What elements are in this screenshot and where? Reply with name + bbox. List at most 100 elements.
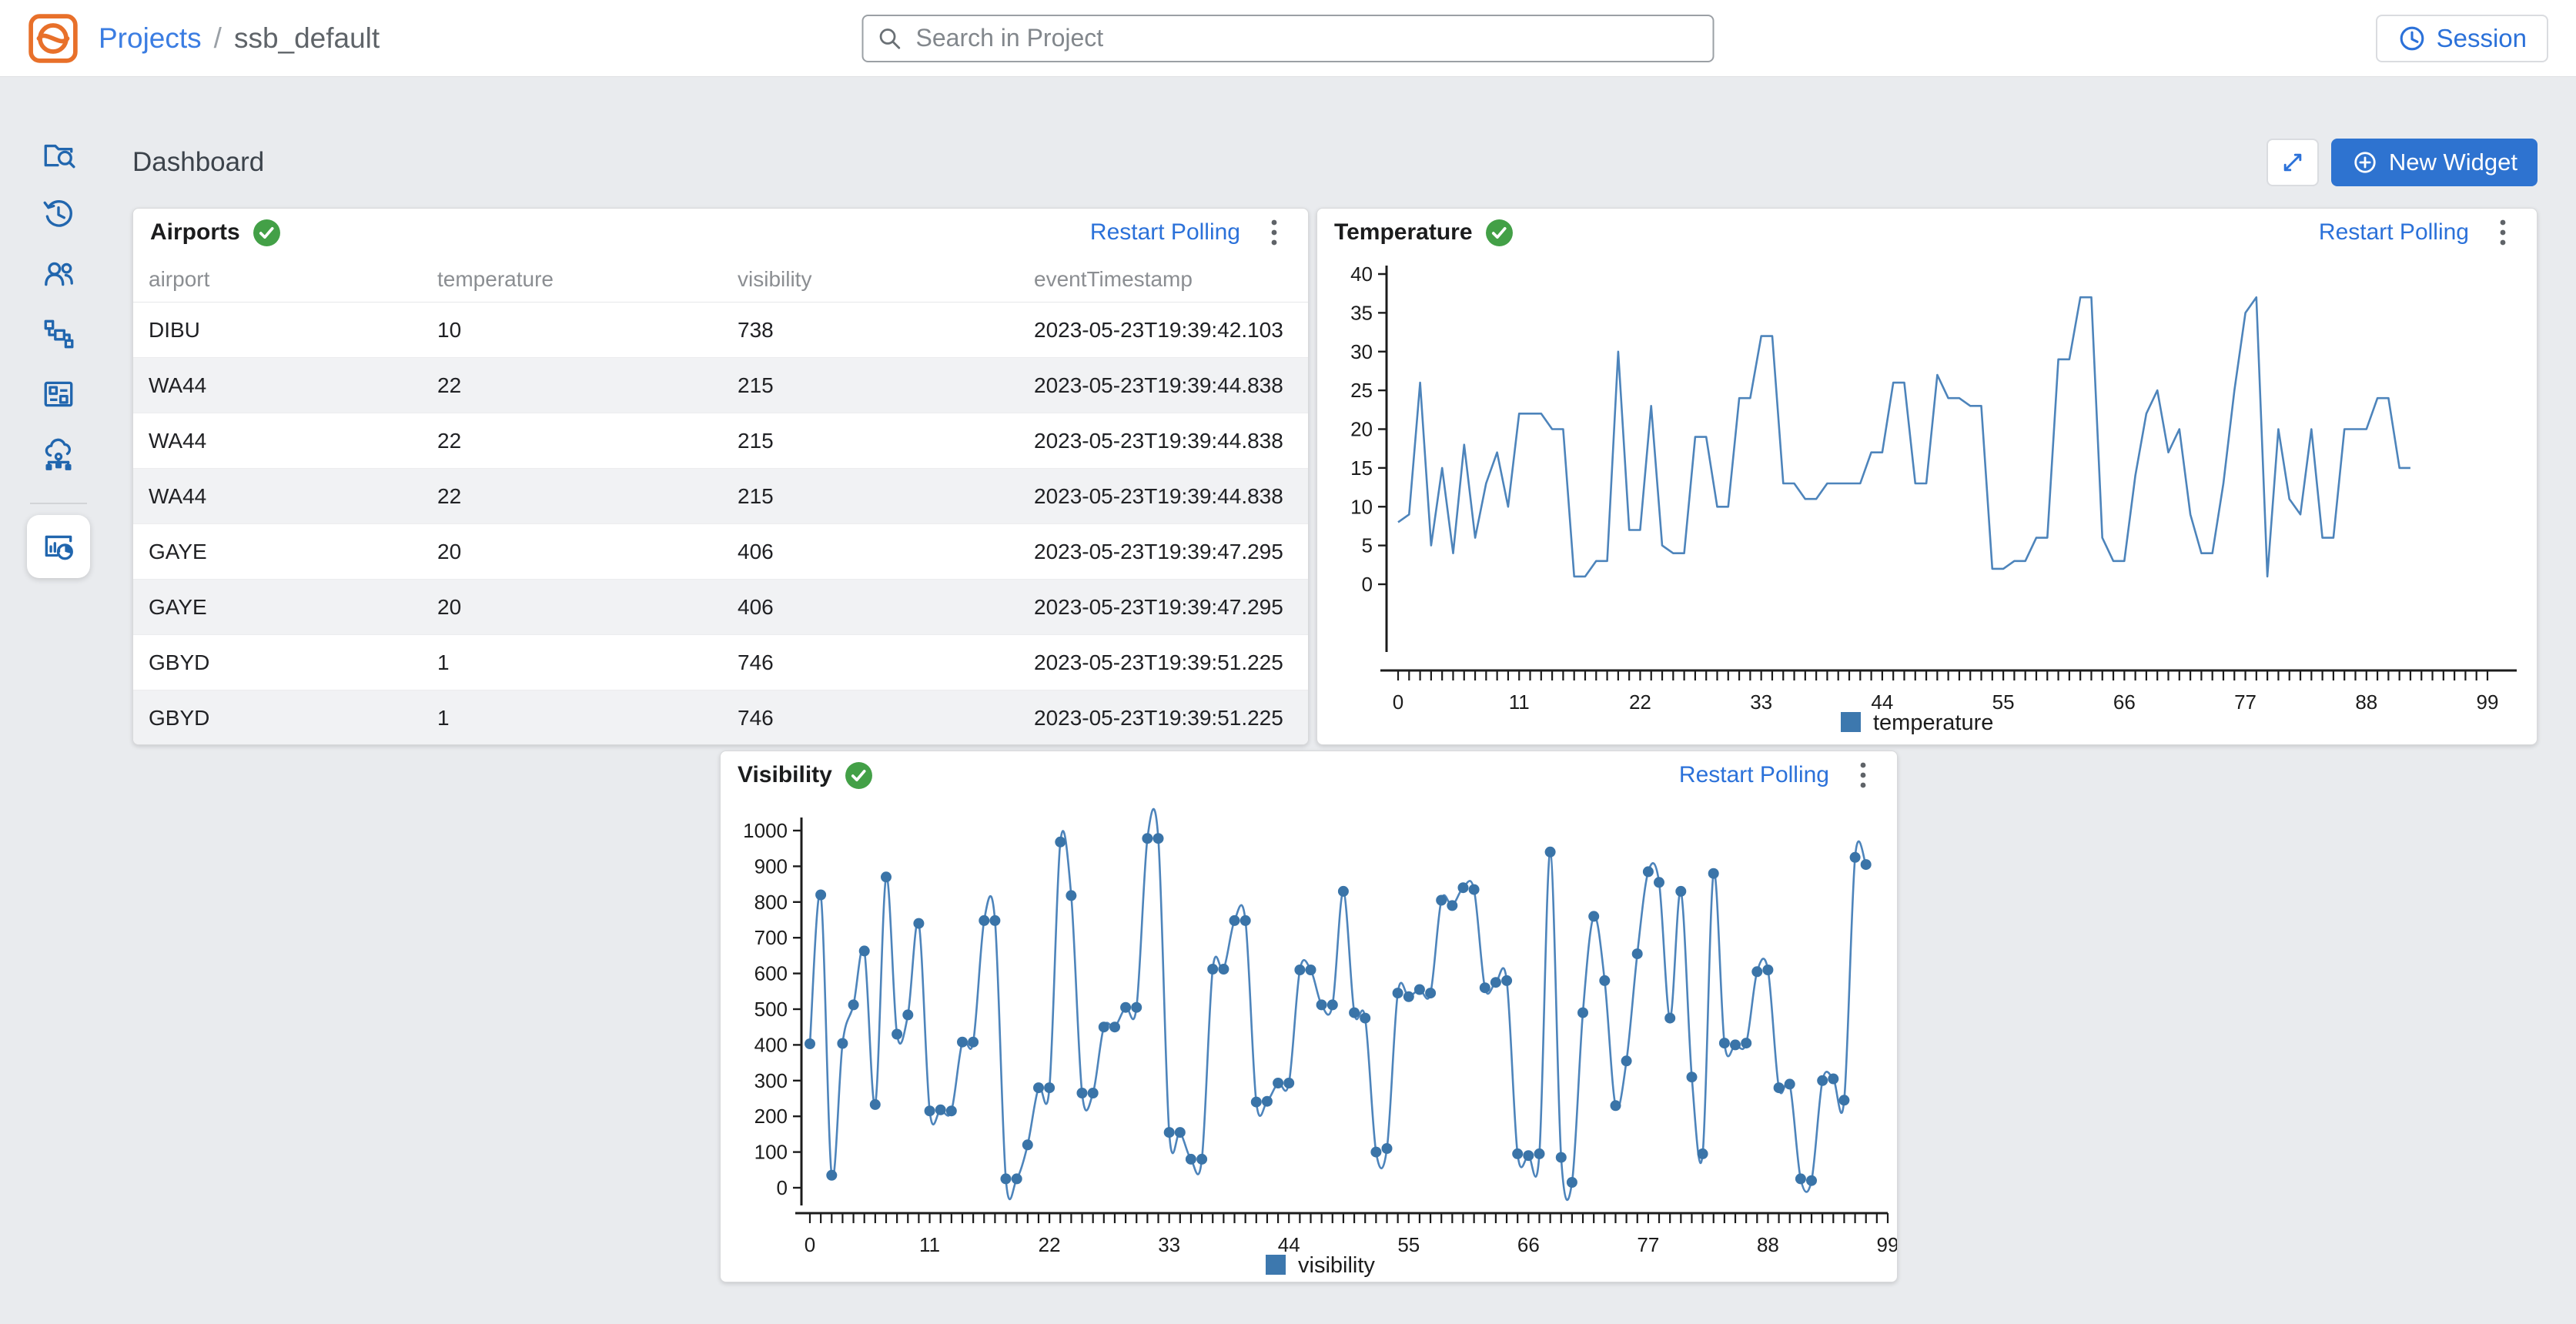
widget-menu-button[interactable]: [1846, 756, 1880, 794]
table-cell: GBYD: [133, 690, 422, 745]
restart-polling-link[interactable]: Restart Polling: [2319, 219, 2469, 246]
widget-title: Temperature: [1334, 219, 1473, 246]
svg-text:visibility: visibility: [1298, 1253, 1375, 1278]
dashboard-titlebar: Dashboard New Widget: [132, 131, 2576, 194]
widget-title: Airports: [150, 219, 240, 246]
new-widget-button[interactable]: New Widget: [2331, 139, 2538, 186]
sidebar-item-users[interactable]: [28, 244, 89, 304]
table-cell: 215: [722, 413, 1019, 468]
sidebar-divider: [30, 503, 87, 504]
kebab-icon: [2499, 219, 2507, 246]
fullscreen-button[interactable]: [2267, 139, 2319, 186]
sidebar-item-cloud[interactable]: [28, 424, 89, 484]
svg-text:900: 900: [754, 854, 788, 878]
svg-text:temperature: temperature: [1873, 710, 1993, 735]
sidebar-item-functions[interactable]: [28, 364, 89, 424]
table-cell: 10: [422, 303, 722, 357]
column-header: visibility: [722, 256, 1019, 302]
breadcrumb: Projects / ssb_default: [99, 22, 380, 55]
table-cell: GAYE: [133, 524, 422, 579]
check-circle-icon: [253, 219, 281, 247]
sidebar-item-history[interactable]: [28, 184, 89, 244]
search-box: [862, 15, 1715, 62]
svg-text:99: 99: [1877, 1233, 1897, 1256]
table-cell: 2023-05-23T19:39:42.103: [1019, 303, 1308, 357]
svg-text:1000: 1000: [743, 819, 788, 842]
svg-text:77: 77: [1637, 1233, 1659, 1256]
kebab-icon: [1270, 219, 1278, 246]
dashboard-icon: [41, 529, 76, 564]
svg-text:99: 99: [2477, 690, 2499, 714]
table-cell: GAYE: [133, 580, 422, 634]
cloud-network-icon: [41, 436, 76, 472]
page-title: Dashboard: [132, 147, 264, 178]
restart-polling-link[interactable]: Restart Polling: [1679, 762, 1829, 788]
table-row: GAYE204062023-05-23T19:39:47.295: [133, 524, 1308, 580]
svg-text:0: 0: [805, 1233, 815, 1256]
session-button[interactable]: Session: [2376, 15, 2548, 62]
breadcrumb-separator: /: [214, 22, 222, 55]
svg-text:10: 10: [1350, 495, 1373, 518]
table-row: WA44222152023-05-23T19:39:44.838: [133, 413, 1308, 469]
svg-text:88: 88: [2355, 690, 2377, 714]
app-header: Projects / ssb_default Session: [0, 0, 2576, 77]
table-cell: 2023-05-23T19:39:51.225: [1019, 635, 1308, 690]
column-header: temperature: [422, 256, 722, 302]
temperature-chart: 05101520253035400112233445566778899tempe…: [1317, 256, 2537, 745]
svg-text:300: 300: [754, 1069, 788, 1092]
widget-menu-button[interactable]: [1257, 213, 1291, 252]
visibility-widget-header: Visibility Restart Polling: [721, 751, 1897, 799]
sidebar-item-explorer[interactable]: [28, 124, 89, 184]
svg-text:55: 55: [1397, 1233, 1420, 1256]
svg-text:66: 66: [2113, 690, 2136, 714]
widget-title: Visibility: [738, 762, 832, 788]
svg-text:200: 200: [754, 1105, 788, 1128]
sidebar-item-dashboard[interactable]: [27, 515, 90, 578]
table-cell: 215: [722, 469, 1019, 523]
table-cell: 746: [722, 690, 1019, 745]
table-cell: 215: [722, 358, 1019, 413]
table-cell: GBYD: [133, 635, 422, 690]
table-cell: 2023-05-23T19:39:47.295: [1019, 524, 1308, 579]
table-row: GAYE204062023-05-23T19:39:47.295: [133, 580, 1308, 635]
svg-text:33: 33: [1158, 1233, 1180, 1256]
svg-text:40: 40: [1350, 262, 1373, 286]
flow-icon: [41, 316, 76, 352]
breadcrumb-projects-link[interactable]: Projects: [99, 22, 202, 55]
sidebar-item-jobs[interactable]: [28, 304, 89, 364]
svg-text:0: 0: [1362, 573, 1373, 596]
form-icon: [41, 376, 76, 412]
table-cell: WA44: [133, 469, 422, 523]
table-row: WA44222152023-05-23T19:39:44.838: [133, 358, 1308, 413]
table-cell: 2023-05-23T19:39:44.838: [1019, 358, 1308, 413]
check-circle-icon: [845, 761, 873, 790]
restart-polling-link[interactable]: Restart Polling: [1090, 219, 1240, 246]
new-widget-button-label: New Widget: [2389, 149, 2517, 176]
svg-text:0: 0: [1393, 690, 1403, 714]
svg-text:22: 22: [1629, 690, 1651, 714]
svg-text:800: 800: [754, 891, 788, 914]
table-cell: 2023-05-23T19:39:47.295: [1019, 580, 1308, 634]
svg-text:25: 25: [1350, 379, 1373, 402]
session-button-label: Session: [2437, 24, 2527, 53]
table-cell: 406: [722, 580, 1019, 634]
table-cell: 22: [422, 358, 722, 413]
search-input[interactable]: [915, 23, 1701, 53]
table-cell: DIBU: [133, 303, 422, 357]
breadcrumb-current-project: ssb_default: [234, 22, 380, 55]
svg-text:20: 20: [1350, 418, 1373, 441]
visibility-widget: Visibility Restart Polling 0100200300400…: [720, 751, 1898, 1282]
table-cell: 22: [422, 469, 722, 523]
svg-text:33: 33: [1750, 690, 1772, 714]
table-cell: WA44: [133, 358, 422, 413]
table-row: WA44222152023-05-23T19:39:44.838: [133, 469, 1308, 524]
kebab-icon: [1859, 761, 1867, 789]
app-logo-icon[interactable]: [28, 13, 79, 64]
svg-text:700: 700: [754, 926, 788, 949]
table-cell: 20: [422, 580, 722, 634]
widget-menu-button[interactable]: [2486, 213, 2520, 252]
plus-circle-icon: [2351, 149, 2379, 176]
table-cell: 2023-05-23T19:39:44.838: [1019, 413, 1308, 468]
brand: Projects / ssb_default: [28, 13, 380, 64]
table-cell: 1: [422, 635, 722, 690]
